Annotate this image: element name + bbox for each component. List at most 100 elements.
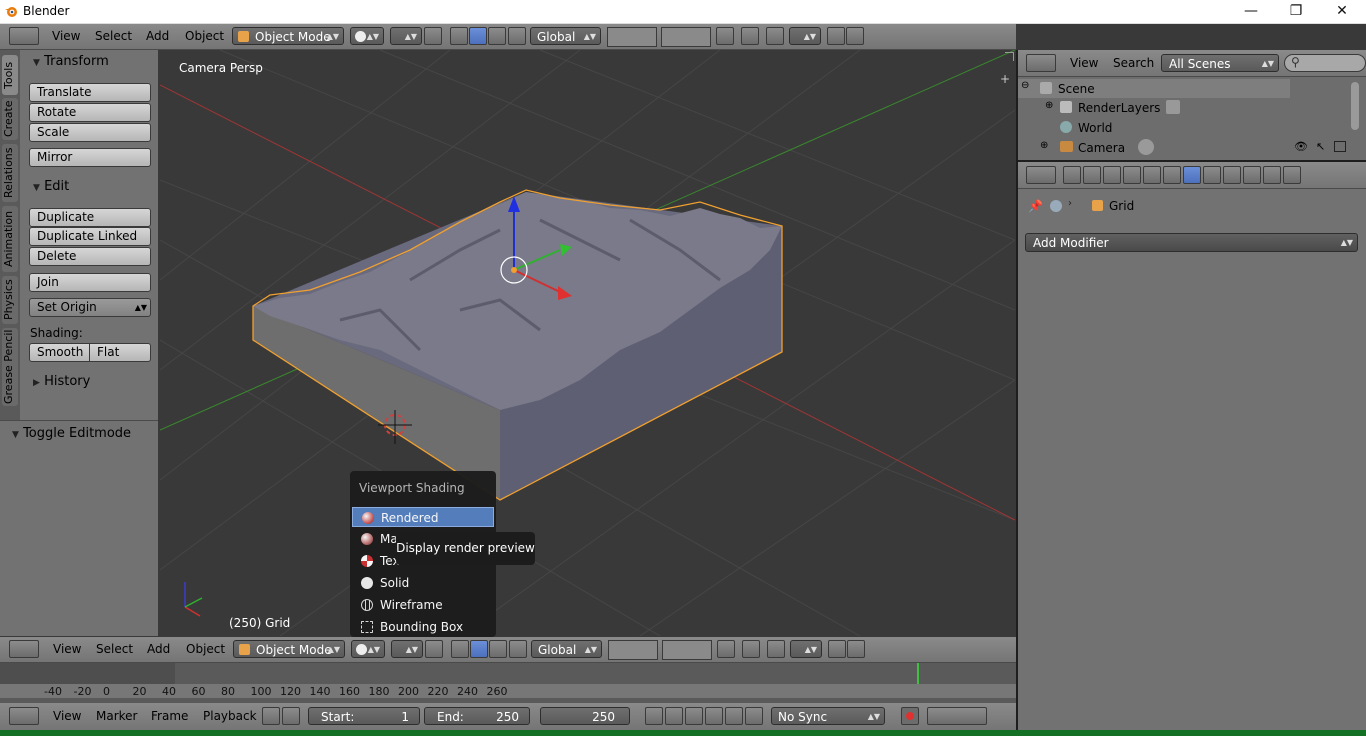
render-layers-tab-icon[interactable] xyxy=(1083,166,1101,184)
pivot-point-dropdown[interactable]: ▲▼ xyxy=(390,27,422,45)
menu-marker[interactable]: Marker xyxy=(96,709,137,723)
render-image-icon[interactable] xyxy=(827,27,845,45)
render-animation-icon[interactable] xyxy=(847,640,865,658)
outliner-row-camera[interactable]: ⊕ Camera 👁 ↖ xyxy=(1018,138,1358,158)
menu-select[interactable]: Select xyxy=(96,642,133,656)
editor-type-icon[interactable] xyxy=(1026,54,1056,72)
terrain-grid-object[interactable] xyxy=(252,189,783,501)
snap-element-dropdown[interactable]: ▲▼ xyxy=(789,27,821,45)
tab-tools[interactable]: Tools xyxy=(2,55,18,95)
start-frame-field[interactable]: Start: 1 xyxy=(308,707,420,725)
current-frame-marker[interactable] xyxy=(917,663,919,684)
end-frame-field[interactable]: End: 250 xyxy=(424,707,530,725)
menu-add[interactable]: Add xyxy=(147,642,170,656)
manipulator-toggle-icon[interactable] xyxy=(424,27,442,45)
play-reverse-icon[interactable] xyxy=(685,707,703,725)
mode-dropdown[interactable]: Object Mode ▲▼ xyxy=(232,27,344,45)
current-frame-field[interactable]: 250 xyxy=(540,707,630,725)
scale-manipulator-icon[interactable] xyxy=(489,640,507,658)
tab-grease-pencil[interactable]: Grease Pencil xyxy=(2,328,18,406)
tab-relations[interactable]: Relations xyxy=(2,144,18,202)
proportional-edit-icon[interactable] xyxy=(741,27,759,45)
tab-physics[interactable]: Physics xyxy=(2,276,18,324)
expand-icon[interactable]: ⊕ xyxy=(1040,140,1048,151)
particles-tab-icon[interactable] xyxy=(1263,166,1281,184)
jump-prev-keyframe-icon[interactable] xyxy=(665,707,683,725)
translate-manipulator-icon[interactable] xyxy=(451,640,469,658)
tab-animation[interactable]: Animation xyxy=(2,206,18,272)
snap-toggle-icon[interactable] xyxy=(767,640,785,658)
menu-playback[interactable]: Playback xyxy=(203,709,257,723)
lock-layers-icon[interactable] xyxy=(717,640,735,658)
outliner-row-renderlayers[interactable]: ⊕ RenderLayers xyxy=(1018,98,1290,118)
translate-button[interactable]: Translate xyxy=(29,83,151,102)
mirror-button[interactable]: Mirror xyxy=(29,148,151,167)
pin-icon[interactable]: 📌 xyxy=(1028,199,1043,213)
orientation-dropdown[interactable]: Global ▲▼ xyxy=(530,27,601,45)
constraints-tab-icon[interactable] xyxy=(1163,166,1181,184)
area-divider[interactable] xyxy=(1018,160,1366,162)
scene-layers-grid-2[interactable] xyxy=(661,27,711,47)
menu-select[interactable]: Select xyxy=(95,29,132,43)
render-image-icon[interactable] xyxy=(828,640,846,658)
tab-create[interactable]: Create xyxy=(2,98,18,140)
editor-type-icon[interactable] xyxy=(9,707,39,725)
toggle-editmode-panel-header[interactable]: ▼ Toggle Editmode xyxy=(12,426,131,441)
snap-element-dropdown[interactable]: ▲▼ xyxy=(790,640,822,658)
jump-next-keyframe-icon[interactable] xyxy=(725,707,743,725)
normal-manipulator-icon[interactable] xyxy=(508,27,526,45)
outliner-row-world[interactable]: World xyxy=(1018,118,1290,138)
menu-search[interactable]: Search xyxy=(1113,56,1154,70)
edit-panel-header[interactable]: ▼ Edit xyxy=(33,179,69,194)
lock-icon[interactable] xyxy=(282,707,300,725)
viewport-shading-dropdown[interactable]: ▲▼ xyxy=(350,27,384,45)
menu-object[interactable]: Object xyxy=(186,642,225,656)
menu-view[interactable]: View xyxy=(52,29,80,43)
render-animation-icon[interactable] xyxy=(846,27,864,45)
duplicate-button[interactable]: Duplicate xyxy=(29,208,151,227)
render-camera-icon[interactable] xyxy=(1334,141,1346,152)
normal-manipulator-icon[interactable] xyxy=(509,640,527,658)
orientation-dropdown[interactable]: Global ▲▼ xyxy=(531,640,602,658)
sync-mode-dropdown[interactable]: No Sync ▲▼ xyxy=(771,707,885,725)
play-icon[interactable] xyxy=(705,707,723,725)
rotate-button[interactable]: Rotate xyxy=(29,103,151,122)
menu-item-rendered[interactable]: Rendered xyxy=(352,507,494,527)
editor-type-icon[interactable] xyxy=(9,640,39,658)
menu-view[interactable]: View xyxy=(53,709,81,723)
maximize-button[interactable]: ❐ xyxy=(1273,0,1319,23)
manipulator-toggle-icon[interactable] xyxy=(425,640,443,658)
menu-view[interactable]: View xyxy=(1070,56,1098,70)
menu-object[interactable]: Object xyxy=(185,29,224,43)
outliner-search-input[interactable]: ⚲ xyxy=(1284,54,1366,72)
pivot-point-dropdown[interactable]: ▲▼ xyxy=(391,640,423,658)
scale-button[interactable]: Scale xyxy=(29,123,151,142)
3d-viewport[interactable]: Camera Persp (250) Grid + xyxy=(160,50,1015,636)
area-divider[interactable] xyxy=(1016,50,1018,730)
eye-icon[interactable]: 👁 xyxy=(1294,140,1308,153)
history-panel-header[interactable]: ▶ History xyxy=(33,374,90,389)
menu-add[interactable]: Add xyxy=(146,29,169,43)
add-modifier-dropdown[interactable]: Add Modifier ▲▼ xyxy=(1025,233,1358,252)
scene-tab-icon[interactable] xyxy=(1103,166,1121,184)
object-tab-icon[interactable] xyxy=(1143,166,1161,184)
render-tab-icon[interactable] xyxy=(1063,166,1081,184)
physics-tab-icon[interactable] xyxy=(1283,166,1301,184)
scale-manipulator-icon[interactable] xyxy=(488,27,506,45)
material-tab-icon[interactable] xyxy=(1223,166,1241,184)
editor-type-icon[interactable] xyxy=(9,27,39,45)
editor-type-icon[interactable] xyxy=(1026,166,1056,184)
world-tab-icon[interactable] xyxy=(1123,166,1141,184)
close-button[interactable]: ✕ xyxy=(1319,0,1365,23)
scene-layers-grid-2[interactable] xyxy=(662,640,712,660)
menu-item-wireframe[interactable]: Wireframe xyxy=(352,595,494,615)
join-button[interactable]: Join xyxy=(29,273,151,292)
scene-layers-grid-1[interactable] xyxy=(608,640,658,660)
expand-icon[interactable]: ⊕ xyxy=(1045,100,1053,111)
menu-frame[interactable]: Frame xyxy=(151,709,188,723)
translate-manipulator-icon[interactable] xyxy=(450,27,468,45)
menu-item-bounding-box[interactable]: Bounding Box xyxy=(352,617,494,637)
area-corner-icon[interactable] xyxy=(1005,52,1014,61)
outliner-scrollbar[interactable] xyxy=(1351,82,1359,130)
snap-toggle-icon[interactable] xyxy=(766,27,784,45)
